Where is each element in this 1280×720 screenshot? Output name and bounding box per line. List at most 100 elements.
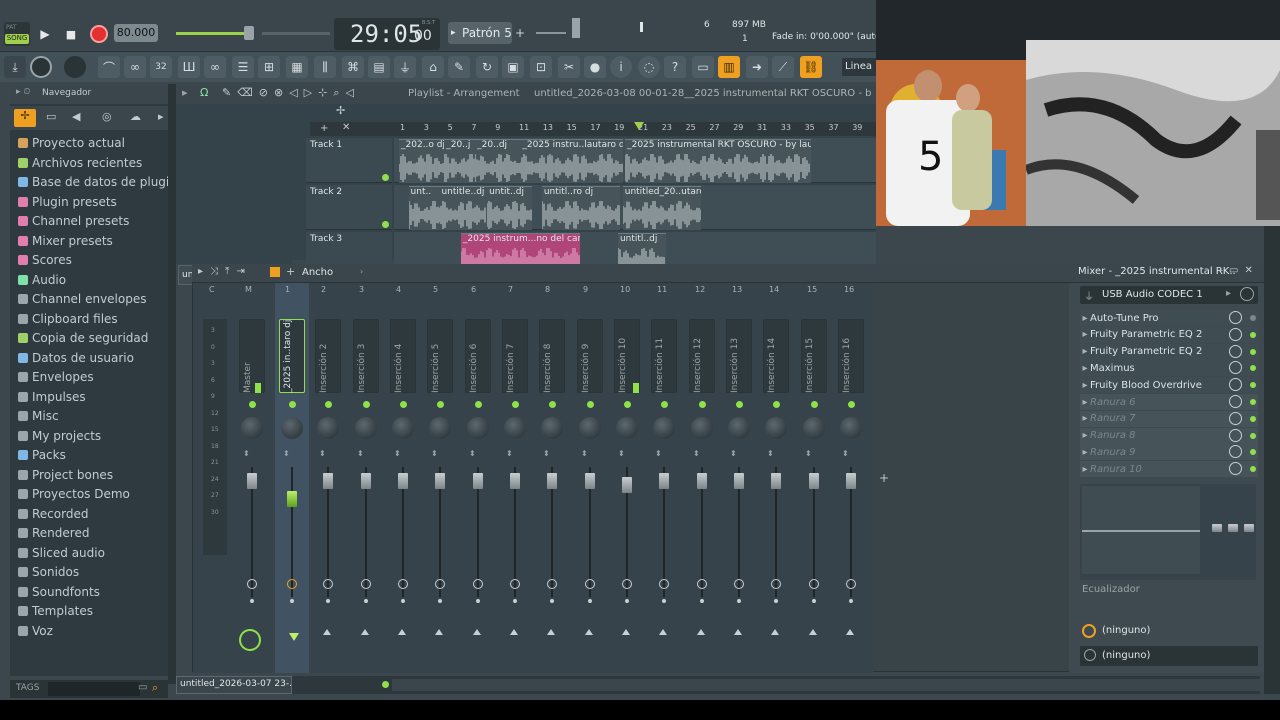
stereo-arrows-icon[interactable]: ⬍ [543, 449, 550, 458]
mixer-strip[interactable]: 4 Inserción 4 ⬍ [386, 283, 420, 673]
tags-search-input[interactable] [48, 682, 140, 696]
browser-tab-plugins-icon[interactable]: ◀ [72, 110, 80, 123]
fx-mix-knob[interactable] [1229, 344, 1242, 358]
route-arrow-icon[interactable] [435, 629, 443, 635]
route-arrow-icon[interactable] [398, 629, 406, 635]
send-knob[interactable] [247, 579, 257, 589]
tempo-display[interactable]: 80.000 [114, 24, 158, 42]
fx-enable-led[interactable] [1250, 348, 1256, 355]
playlist-clip[interactable]: _2025 instru..lautaro dj [520, 139, 623, 183]
strip-mute-led[interactable] [512, 401, 519, 408]
browser-item[interactable]: Voz [18, 622, 53, 640]
fx-enable-led[interactable] [1250, 399, 1256, 405]
fx-enable-led[interactable] [1250, 449, 1256, 456]
route-arrow-icon[interactable] [809, 629, 817, 635]
step-slider[interactable] [572, 18, 580, 38]
playlist-clip[interactable]: untitle..dj [439, 186, 488, 230]
route-dot[interactable] [550, 599, 554, 603]
browser-item[interactable]: Packs [18, 446, 66, 464]
playlist-tools-icon[interactable]: ✎⌫⊘⊗◁▷⊹⌕◁ [222, 86, 360, 100]
fx-mix-knob[interactable] [1229, 462, 1242, 476]
strip-mute-led[interactable] [249, 401, 256, 408]
stereo-arrows-icon[interactable]: ⬍ [581, 449, 588, 458]
strip-mute-led[interactable] [699, 401, 706, 408]
brush-icon[interactable]: ✎ [448, 56, 470, 78]
volume-fader[interactable] [697, 473, 707, 489]
master-volume-handle[interactable] [244, 26, 254, 40]
strip-mute-led[interactable] [661, 401, 668, 408]
pan-knob[interactable] [728, 417, 750, 439]
mixer-strip[interactable]: C 3 0 3 6 9 12 15 18 21 24 27 30 [199, 283, 233, 673]
browser-item[interactable]: Clipboard files [18, 310, 118, 328]
route-arrow-icon[interactable] [585, 629, 593, 635]
route-arrow-icon[interactable] [547, 629, 555, 635]
browser-splitter[interactable] [168, 84, 176, 684]
refresh-icon[interactable]: ↻ [476, 56, 498, 78]
magnet-icon[interactable]: Ω [200, 86, 208, 99]
route-dot[interactable] [849, 599, 853, 603]
route-dot[interactable] [290, 599, 294, 603]
eq-band-fader-low[interactable] [1212, 524, 1222, 532]
browser-tab-cloud-icon[interactable]: ◎ [102, 110, 112, 123]
song-label[interactable]: SONG [5, 34, 29, 44]
stereo-arrows-icon[interactable]: ⬍ [767, 449, 774, 458]
step-edit-icon[interactable]: Ш [178, 56, 200, 78]
browser-item[interactable]: Templates [18, 602, 93, 620]
play-icon[interactable]: ▶ [36, 26, 54, 42]
mixer-strip[interactable]: 11 Inserción 11 ⬍ [647, 283, 681, 673]
pan-knob[interactable] [541, 417, 563, 439]
browser-tab-files-icon[interactable]: ▭ [46, 110, 56, 123]
fx-slot[interactable]: ▸ Ranura 8 [1080, 427, 1258, 444]
browser-tab-all-icon[interactable]: ✢ [14, 109, 36, 127]
pan-knob[interactable] [616, 417, 638, 439]
volume-fader[interactable] [771, 473, 781, 489]
pan-knob[interactable] [504, 417, 526, 439]
plugin-picker-icon[interactable]: ⌘ [342, 56, 364, 78]
strip-mute-led[interactable] [437, 401, 444, 408]
fx-mix-knob[interactable] [1229, 411, 1242, 425]
browser-item[interactable]: Misc [18, 407, 59, 425]
mixer-strip[interactable]: 1 _2025 in..taro dj ⬍ [275, 283, 309, 673]
stereo-arrows-icon[interactable]: ⬍ [431, 449, 438, 458]
send-knob[interactable] [659, 579, 669, 589]
playlist-clip[interactable]: _2025 instrumental RKT OSCURO - by lau [625, 139, 811, 183]
send-knob[interactable] [361, 579, 371, 589]
strip-mute-led[interactable] [475, 401, 482, 408]
send-knob[interactable] [473, 579, 483, 589]
stereo-arrows-icon[interactable]: ⬍ [319, 449, 326, 458]
pan-knob[interactable] [467, 417, 489, 439]
mixer-strip[interactable]: 14 Inserción 14 ⬍ [759, 283, 793, 673]
strip-mute-led[interactable] [624, 401, 631, 408]
playlist-clip[interactable]: untit..dj [487, 186, 533, 230]
track-led[interactable] [382, 174, 389, 181]
route-dot[interactable] [401, 599, 405, 603]
pan-knob[interactable] [653, 417, 675, 439]
fx-slot[interactable]: ▸ Ranura 10 [1080, 461, 1258, 478]
browser-item[interactable]: Mixer presets [18, 232, 113, 250]
pan-knob[interactable] [241, 417, 263, 439]
fx-mix-knob[interactable] [1229, 395, 1242, 408]
help-icon[interactable]: ? [664, 56, 686, 78]
stop-icon[interactable]: ■ [62, 26, 80, 42]
send-knob[interactable] [398, 579, 408, 589]
send-knob[interactable] [435, 579, 445, 589]
pan-knob[interactable] [355, 417, 377, 439]
browser-item[interactable]: Project bones [18, 466, 113, 484]
fx-mix-knob[interactable] [1229, 428, 1242, 442]
browser-item[interactable]: Channel presets [18, 212, 129, 230]
route-arrow-icon[interactable] [697, 629, 705, 635]
mixer-width-label[interactable]: Ancho [302, 267, 333, 278]
stereo-arrows-icon[interactable]: ⬍ [357, 449, 364, 458]
route-dot[interactable] [476, 599, 480, 603]
arrow-right-icon[interactable]: ➜ [746, 56, 768, 78]
fx-enable-led[interactable] [1250, 315, 1256, 321]
strip-mute-led[interactable] [289, 401, 296, 408]
loop-record-icon[interactable]: ∞ [124, 56, 146, 78]
send-knob[interactable] [734, 579, 744, 589]
browser-item[interactable]: Rendered [18, 524, 89, 542]
pan-knob[interactable] [317, 417, 339, 439]
fx-enable-led[interactable] [1250, 365, 1256, 372]
mixer-strip[interactable]: 13 Inserción 13 ⬍ [722, 283, 756, 673]
fx-slot[interactable]: ▸ Ranura 7 [1080, 410, 1258, 427]
scissors-icon[interactable]: ✂ [558, 56, 580, 78]
